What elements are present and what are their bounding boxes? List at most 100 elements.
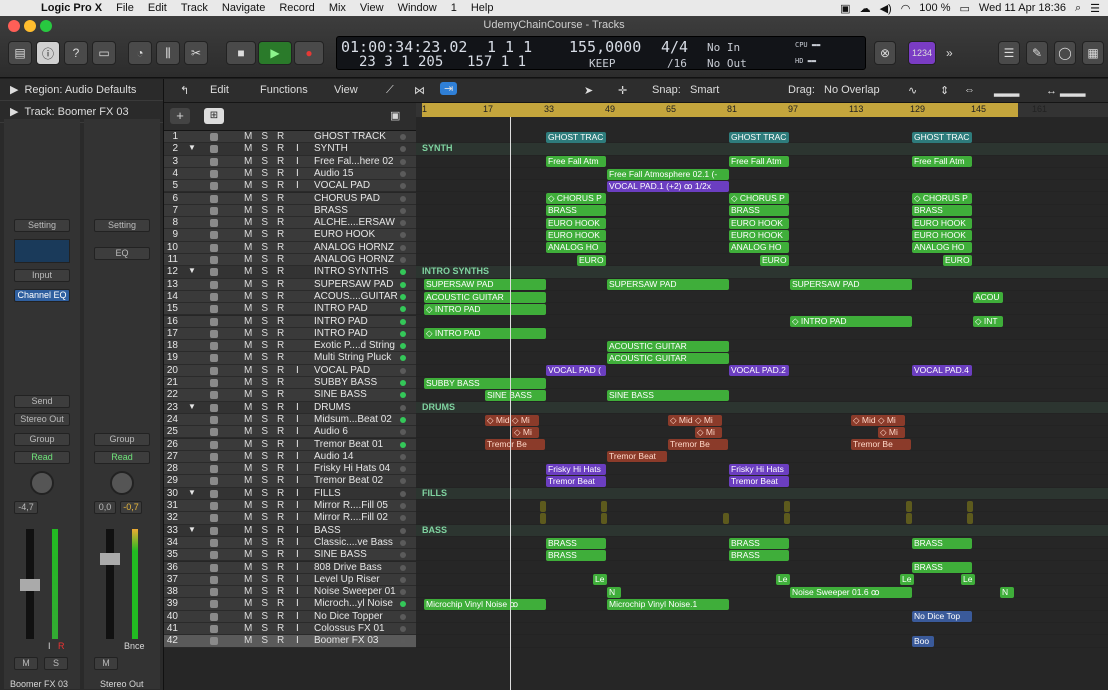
region[interactable]: Tremor Be (485, 439, 545, 451)
track-header-row[interactable]: 34 MSR I Classic....ve Bass (164, 536, 416, 550)
track-on-indicator[interactable] (400, 257, 406, 263)
region[interactable]: Free Fall Atm (546, 156, 606, 168)
menu-edit[interactable]: Edit (141, 2, 174, 14)
mute-solo-record-buttons[interactable]: MSR (244, 586, 293, 597)
track-on-indicator[interactable] (400, 478, 406, 485)
track-name[interactable]: INTRO PAD (314, 316, 368, 327)
mute-solo-record-buttons[interactable]: MSR (244, 463, 293, 474)
battery-icon[interactable]: ▭ (960, 2, 970, 15)
input-monitor-button[interactable]: I (296, 549, 299, 560)
region[interactable]: Tremor Be (668, 439, 728, 451)
mute-solo-record-buttons[interactable]: MSR (244, 316, 293, 327)
region[interactable]: SINE BASS (607, 389, 729, 401)
track-header-row[interactable]: 17 MSR INTRO PAD (164, 327, 416, 341)
region[interactable]: ◇ Mid ◇ Mi (851, 414, 905, 426)
region[interactable]: Tremor Be (851, 439, 911, 451)
track-lane[interactable] (416, 450, 1108, 464)
track-name[interactable]: SINE BASS (314, 389, 367, 400)
region[interactable]: VOCAL PAD.1 (+2) ꝏ 1/2x (607, 180, 729, 192)
region[interactable]: ANALOG HO (912, 242, 972, 254)
region[interactable]: BRASS (912, 205, 972, 217)
input-monitor-button[interactable]: I (296, 156, 299, 167)
volume-fader-handle[interactable] (20, 579, 40, 591)
tempo-display[interactable]: 155,0000 (569, 38, 641, 56)
track-on-indicator[interactable] (400, 441, 406, 448)
region[interactable]: ◇ Mi (512, 426, 539, 438)
track-on-indicator[interactable] (400, 515, 406, 522)
region[interactable]: Microchip Vinyl Noise.1 (607, 599, 729, 610)
track-header-row[interactable]: 32 MSR I Mirror R....Fill 02 (164, 512, 416, 525)
track-on-indicator[interactable] (400, 318, 406, 325)
region[interactable] (601, 500, 607, 512)
track-header-row[interactable]: 37 MSR I Level Up Riser (164, 573, 416, 587)
region[interactable]: BRASS (546, 537, 606, 549)
region[interactable]: ◇ Mid ◇ Mi (485, 414, 539, 426)
region[interactable]: BRASS (729, 537, 789, 549)
flex-icon[interactable]: ⋈ (414, 84, 425, 97)
region[interactable]: ANALOG HO (729, 242, 789, 254)
input-monitor-button[interactable]: I (296, 488, 299, 499)
track-name[interactable]: Noise Sweeper 01 (314, 586, 396, 597)
mute-solo-record-buttons[interactable]: MSR (244, 180, 293, 191)
snap-select[interactable]: Smart (690, 84, 719, 96)
track-lane[interactable] (416, 610, 1108, 623)
track-name[interactable]: Mirror R....Fill 05 (314, 500, 388, 511)
mute-solo-record-buttons[interactable]: MSR (244, 377, 293, 388)
input-monitor-button[interactable]: I (296, 574, 299, 585)
mute-button[interactable]: M (14, 657, 38, 670)
track-header-row[interactable]: 21 MSR SUBBY BASS (164, 377, 416, 390)
region[interactable] (540, 512, 546, 524)
track-header-row[interactable]: 38 MSR I Noise Sweeper 01 (164, 586, 416, 599)
track-header-row[interactable]: 18 MSR Exotic P....d String (164, 340, 416, 353)
region[interactable]: BRASS (546, 549, 606, 561)
track-header-row[interactable]: 28 MSR I Frisky Hi Hats 04 (164, 463, 416, 476)
track-on-indicator[interactable] (400, 195, 406, 202)
region[interactable]: Le (593, 574, 607, 586)
output-fader-handle[interactable] (100, 553, 120, 565)
track-on-indicator[interactable] (400, 269, 406, 276)
track-name[interactable]: SINE BASS (314, 549, 367, 560)
track-name[interactable]: FILLS (314, 488, 341, 499)
inspector-button[interactable]: ⓘ (36, 41, 60, 65)
region[interactable]: EURO (577, 254, 606, 266)
waveform-zoom-icon[interactable]: ∿ (908, 84, 917, 97)
track-name[interactable]: VOCAL PAD (314, 365, 370, 376)
track-on-indicator[interactable] (400, 343, 406, 350)
input-monitor-button[interactable]: I (296, 623, 299, 634)
region[interactable]: EURO HOOK (729, 217, 789, 229)
track-lane[interactable] (416, 512, 1108, 525)
mute-solo-record-buttons[interactable]: MSR (244, 402, 293, 413)
track-lane[interactable] (416, 180, 1108, 193)
mute-solo-record-buttons[interactable]: MSR (244, 143, 293, 154)
region[interactable]: BRASS (912, 562, 972, 574)
mute-solo-record-buttons[interactable]: MSR (244, 156, 293, 167)
track-name[interactable]: Microch...yl Noise (314, 598, 393, 609)
region[interactable]: BRASS (546, 205, 606, 217)
track-header-row[interactable]: 36 MSR I 808 Drive Bass (164, 561, 416, 574)
track-header-row[interactable]: 19 MSR Multi String Pluck (164, 352, 416, 365)
play-button[interactable]: ▶ (258, 41, 292, 65)
region[interactable] (784, 512, 790, 524)
folder-disclosure-icon[interactable]: ▼ (188, 402, 196, 411)
region[interactable]: ACOUSTIC GUITAR (607, 353, 729, 364)
region[interactable]: ANALOG HO (546, 242, 606, 254)
track-lane[interactable] (416, 340, 1108, 353)
track-header-row[interactable]: 20 MSR I VOCAL PAD (164, 364, 416, 377)
track-name[interactable]: Boomer FX 03 (314, 635, 378, 646)
mute-solo-record-buttons[interactable]: MSR (244, 488, 293, 499)
clock[interactable]: Wed 11 Apr 18:36 (979, 2, 1066, 14)
track-lane[interactable] (416, 573, 1108, 587)
playhead[interactable] (510, 117, 511, 690)
track-on-indicator[interactable] (400, 613, 406, 620)
track-header-row[interactable]: 25 MSR I Audio 6 (164, 426, 416, 439)
region[interactable]: Frisky Hi Hats (729, 463, 789, 475)
region[interactable]: SUPERSAW PAD (790, 279, 912, 291)
track-header-row[interactable]: 12 ▼ MSR INTRO SYNTHS (164, 266, 416, 279)
region[interactable]: ◇ Mid ◇ Mi (668, 414, 722, 426)
input-monitor-button[interactable]: I (296, 525, 299, 536)
region[interactable]: ◇ INTRO PAD (424, 303, 546, 315)
region[interactable] (906, 500, 912, 512)
vertical-zoom-icon[interactable]: ⇕ (940, 84, 949, 97)
send-slot[interactable]: Send (14, 395, 70, 408)
mute-solo-record-buttons[interactable]: MSR (244, 451, 293, 462)
